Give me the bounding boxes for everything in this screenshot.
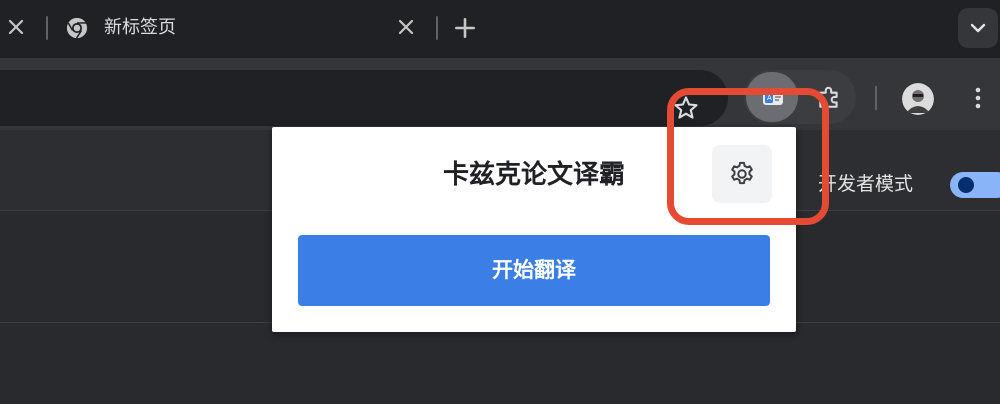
address-bar[interactable]: [0, 70, 728, 126]
close-icon[interactable]: [4, 15, 28, 39]
new-tab-plus-icon[interactable]: [452, 15, 478, 41]
tab-title[interactable]: 新标签页: [104, 16, 176, 40]
toolbar-separator: [875, 86, 877, 110]
tab-separator: [46, 16, 48, 40]
tab-strip: 新标签页: [0, 0, 1000, 58]
avatar[interactable]: [902, 83, 934, 115]
developer-mode-label: 开发者模式: [818, 173, 914, 195]
close-icon[interactable]: [394, 15, 418, 39]
more-vert-icon[interactable]: [968, 84, 988, 112]
toggle-knob: [958, 177, 974, 193]
tab-search-button[interactable]: [958, 8, 998, 48]
highlight-box: [667, 88, 829, 225]
start-translate-button[interactable]: 开始翻译: [298, 235, 770, 306]
chrome-icon: [66, 17, 88, 39]
chevron-down-icon: [970, 23, 986, 33]
tab-separator: [436, 16, 438, 40]
developer-mode-toggle[interactable]: [950, 172, 1000, 198]
